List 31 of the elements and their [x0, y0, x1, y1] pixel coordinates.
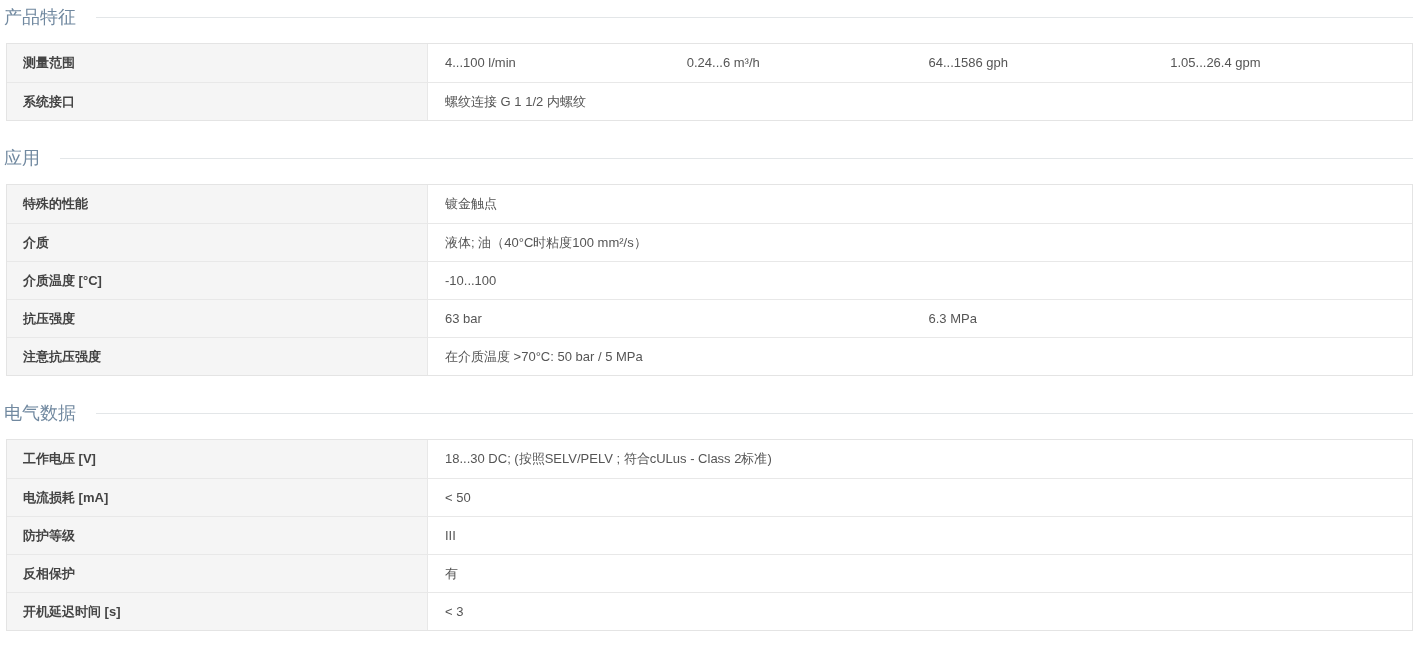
- spec-label: 特殊的性能: [7, 185, 428, 223]
- spec-label: 介质: [7, 224, 428, 261]
- spec-value: 18...30 DC; (按照SELV/PELV ; 符合cULus - Class 2标准): [445, 450, 773, 469]
- spec-value: -10...100: [445, 271, 498, 290]
- spec-value: 4...100 l/min: [445, 54, 517, 73]
- spec-value: < 3: [445, 602, 465, 621]
- spec-label: 防护等级: [7, 517, 428, 554]
- spec-value: 液体; 油（40°C时粘度100 mm²/s）: [445, 233, 648, 252]
- spec-label: 系统接口: [7, 83, 428, 120]
- spec-value: 6.3 MPa: [928, 309, 978, 328]
- spec-label: 测量范围: [7, 44, 428, 82]
- spec-value: 镀金触点: [445, 195, 498, 214]
- spec-value: 螺纹连接 G 1 1/2 内螺纹: [445, 92, 587, 111]
- spec-label: 抗压强度: [7, 300, 428, 337]
- section-title: 电气数据: [4, 401, 76, 425]
- spec-value: 在介质温度 >70°C: 50 bar / 5 MPa: [445, 347, 644, 366]
- spec-value: 1.05...26.4 gpm: [1170, 54, 1262, 73]
- spec-label: 电流损耗 [mA]: [7, 479, 428, 516]
- spec-value: 0.24...6 m³/h: [686, 54, 761, 73]
- spec-value: 64...1586 gph: [928, 54, 1010, 73]
- section-title: 应用: [4, 146, 40, 170]
- spec-label: 介质温度 [°C]: [7, 262, 428, 299]
- section-title: 产品特征: [4, 5, 76, 29]
- spec-label: 注意抗压强度: [7, 338, 428, 375]
- spec-value: 63 bar: [445, 309, 483, 328]
- spec-value: 有: [445, 564, 459, 583]
- spec-value: III: [445, 526, 457, 545]
- spec-label: 工作电压 [V]: [7, 440, 428, 478]
- spec-label: 反相保护: [7, 555, 428, 592]
- spec-value: < 50: [445, 488, 472, 507]
- spec-label: 开机延迟时间 [s]: [7, 593, 428, 630]
